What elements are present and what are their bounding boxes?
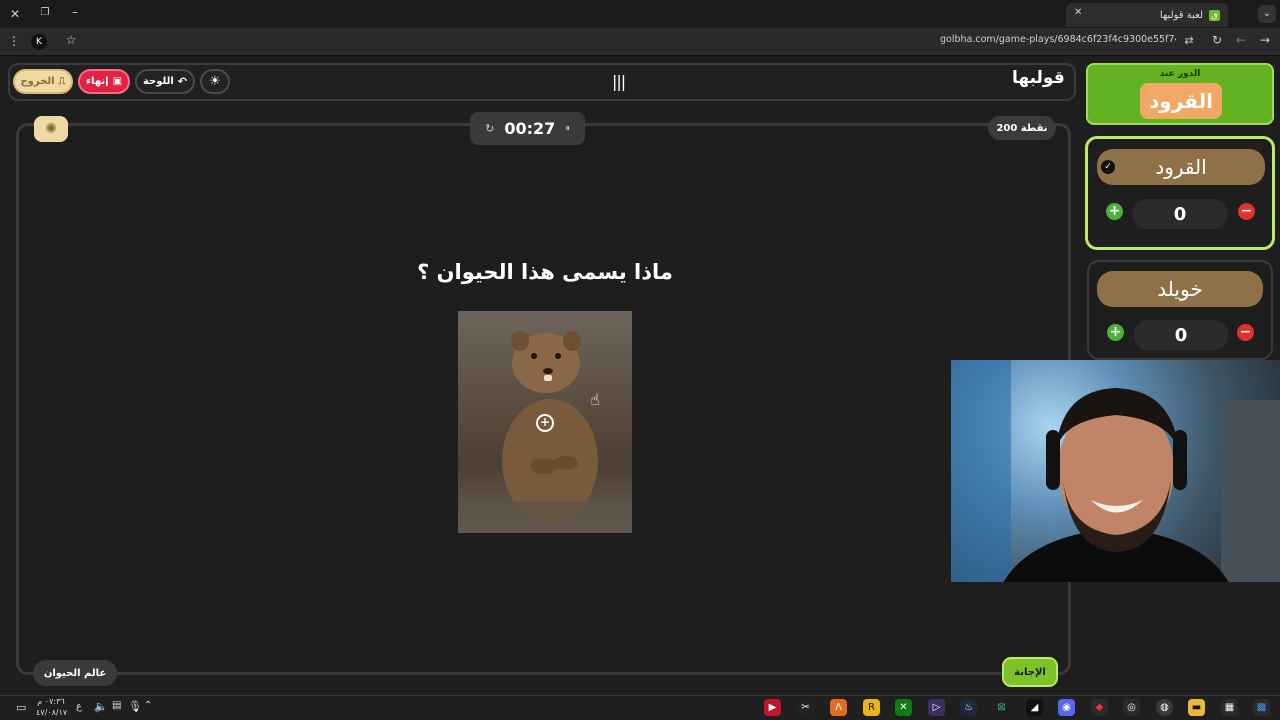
team-2-score: 0 xyxy=(1134,320,1228,350)
app-icon-red[interactable]: ◆ xyxy=(1091,699,1108,716)
minimize-window-icon[interactable]: – xyxy=(68,5,82,19)
taskbar xyxy=(0,695,1280,720)
notification-icon[interactable]: ▭ xyxy=(16,701,26,714)
media-player-icon[interactable]: ▷ xyxy=(928,699,945,716)
mouse-cursor-icon: ☝ xyxy=(590,390,600,409)
profile-avatar[interactable]: K xyxy=(31,34,47,50)
browser-tab[interactable]: ✕ لعبة قولبها ق xyxy=(1066,3,1228,27)
microphone-icon[interactable]: 🎙 xyxy=(128,700,142,713)
end-label: إنهاء xyxy=(85,76,109,87)
exit-label: الخروج xyxy=(20,76,55,87)
board-label: اللوحة xyxy=(142,76,174,87)
bookmark-star-icon[interactable]: ☆ xyxy=(64,33,78,47)
webcam-overlay xyxy=(951,360,1280,582)
pause-icon[interactable]: ⏸ xyxy=(565,124,570,134)
board-button[interactable]: اللوحة ↶ xyxy=(135,69,195,94)
answer-button[interactable]: الإجابة xyxy=(1002,657,1058,687)
undo-arrow-icon: ↶ xyxy=(177,75,188,88)
file-explorer-icon[interactable]: ▬ xyxy=(1188,699,1205,716)
reload-icon[interactable]: ↻ xyxy=(1210,33,1224,47)
timer: ↻ 00:27 ⏸ xyxy=(470,112,585,145)
sun-icon: ☀ xyxy=(209,74,221,89)
screen: ✕ ❐ – ⌄ + ✕ لعبة قولبها ق ⋮ K ☆ ⇄ ↻ ← → … xyxy=(0,0,1280,720)
url-text[interactable]: golbha.com/game-plays/6984c6f23f4c9300e5… xyxy=(940,34,1176,45)
team-1-score: 0 xyxy=(1133,199,1227,229)
hamburger-menu-icon[interactable]: ||| xyxy=(612,72,626,91)
team-2-name: خويلد xyxy=(1097,271,1263,307)
timer-value: 00:27 xyxy=(504,119,556,138)
close-window-icon[interactable]: ✕ xyxy=(8,7,22,21)
arc-app-icon[interactable]: ◢ xyxy=(1026,699,1043,716)
excel-app-icon[interactable]: ⊠ xyxy=(993,699,1010,716)
chrome-app-icon[interactable]: ◍ xyxy=(1156,699,1173,716)
store-app-icon[interactable]: ▦ xyxy=(1221,699,1238,716)
clock-date: ٤٧/٠٨/١٧ xyxy=(36,708,68,717)
back-icon[interactable]: → xyxy=(1258,33,1272,47)
question-text: ماذا يسمى هذا الحيوان ؟ xyxy=(417,260,673,284)
end-game-button[interactable]: إنهاء ▣ xyxy=(78,69,130,94)
team-card-2: خويلد + 0 − xyxy=(1087,260,1273,360)
translate-icon[interactable]: ⇄ xyxy=(1182,34,1196,47)
clock-time: ٠٧:٣٦ م xyxy=(37,697,65,706)
discord-app-icon[interactable]: ◉ xyxy=(1058,699,1075,716)
category-badge: عالم الحيوان xyxy=(33,660,117,686)
theme-toggle-button[interactable]: ☀ xyxy=(200,69,230,94)
team-2-plus-button[interactable]: + xyxy=(1107,324,1124,341)
team-1-plus-button[interactable]: + xyxy=(1106,203,1123,220)
turn-indicator: الدور عند القرود xyxy=(1086,63,1274,125)
streamer-video xyxy=(951,360,1280,582)
turn-team-name: القرود xyxy=(1140,83,1222,119)
rockstar-app-icon[interactable]: R xyxy=(863,699,880,716)
obs-app-icon[interactable]: ◎ xyxy=(1123,699,1140,716)
clipboard-icon: ▣ xyxy=(112,76,123,87)
browser-menu-icon[interactable]: ⋮ xyxy=(8,34,20,48)
team-card-1: القرود ✓ + 0 − xyxy=(1085,136,1275,250)
bug-icon: ✺ xyxy=(45,121,57,137)
site-logo[interactable]: قولبها xyxy=(1012,68,1065,88)
network-icon[interactable]: ▤ xyxy=(112,700,121,711)
start-button-icon[interactable]: ▩ xyxy=(1253,699,1270,716)
youtube-app-icon[interactable]: ▶ xyxy=(764,699,781,716)
check-badge-icon: ✓ xyxy=(1101,160,1115,174)
capcut-app-icon[interactable]: ✂ xyxy=(797,699,814,716)
forward-icon[interactable]: ← xyxy=(1234,33,1248,47)
tab-search-icon[interactable]: ⌄ xyxy=(1258,5,1276,23)
orange-app-icon[interactable]: Λ xyxy=(830,699,847,716)
volume-icon[interactable]: 🔈 xyxy=(94,700,108,713)
report-bug-button[interactable]: ✺ xyxy=(34,116,68,142)
clock[interactable]: ٠٧:٣٦ م ٤٧/٠٨/١٧ xyxy=(36,696,68,718)
language-indicator[interactable]: ع xyxy=(76,701,82,712)
restore-window-icon[interactable]: ❐ xyxy=(38,7,52,18)
tab-title: لعبة قولبها xyxy=(1159,9,1203,21)
tray-expand-icon[interactable]: ⌃ xyxy=(144,700,152,711)
exit-door-icon: ⎍ xyxy=(58,76,66,87)
animal-photo[interactable]: + xyxy=(458,311,632,533)
zoom-in-icon[interactable]: + xyxy=(536,414,554,432)
site-favicon-icon: ق xyxy=(1209,9,1220,21)
steam-app-icon[interactable]: ♨ xyxy=(960,699,977,716)
xbox-app-icon[interactable]: ✕ xyxy=(895,699,912,716)
turn-label: الدور عند xyxy=(1159,69,1201,79)
browser-tab-bar: ✕ ❐ – ⌄ + ✕ لعبة قولبها ق xyxy=(0,0,1280,28)
team-2-minus-button[interactable]: − xyxy=(1237,324,1254,341)
team-1-name: القرود xyxy=(1097,149,1265,185)
exit-button[interactable]: الخروج ⎍ xyxy=(13,69,73,94)
close-tab-icon[interactable]: ✕ xyxy=(1074,7,1082,18)
points-badge: 200 نقطة xyxy=(988,116,1056,140)
team-1-minus-button[interactable]: − xyxy=(1238,203,1255,220)
reset-timer-icon[interactable]: ↻ xyxy=(485,122,494,135)
